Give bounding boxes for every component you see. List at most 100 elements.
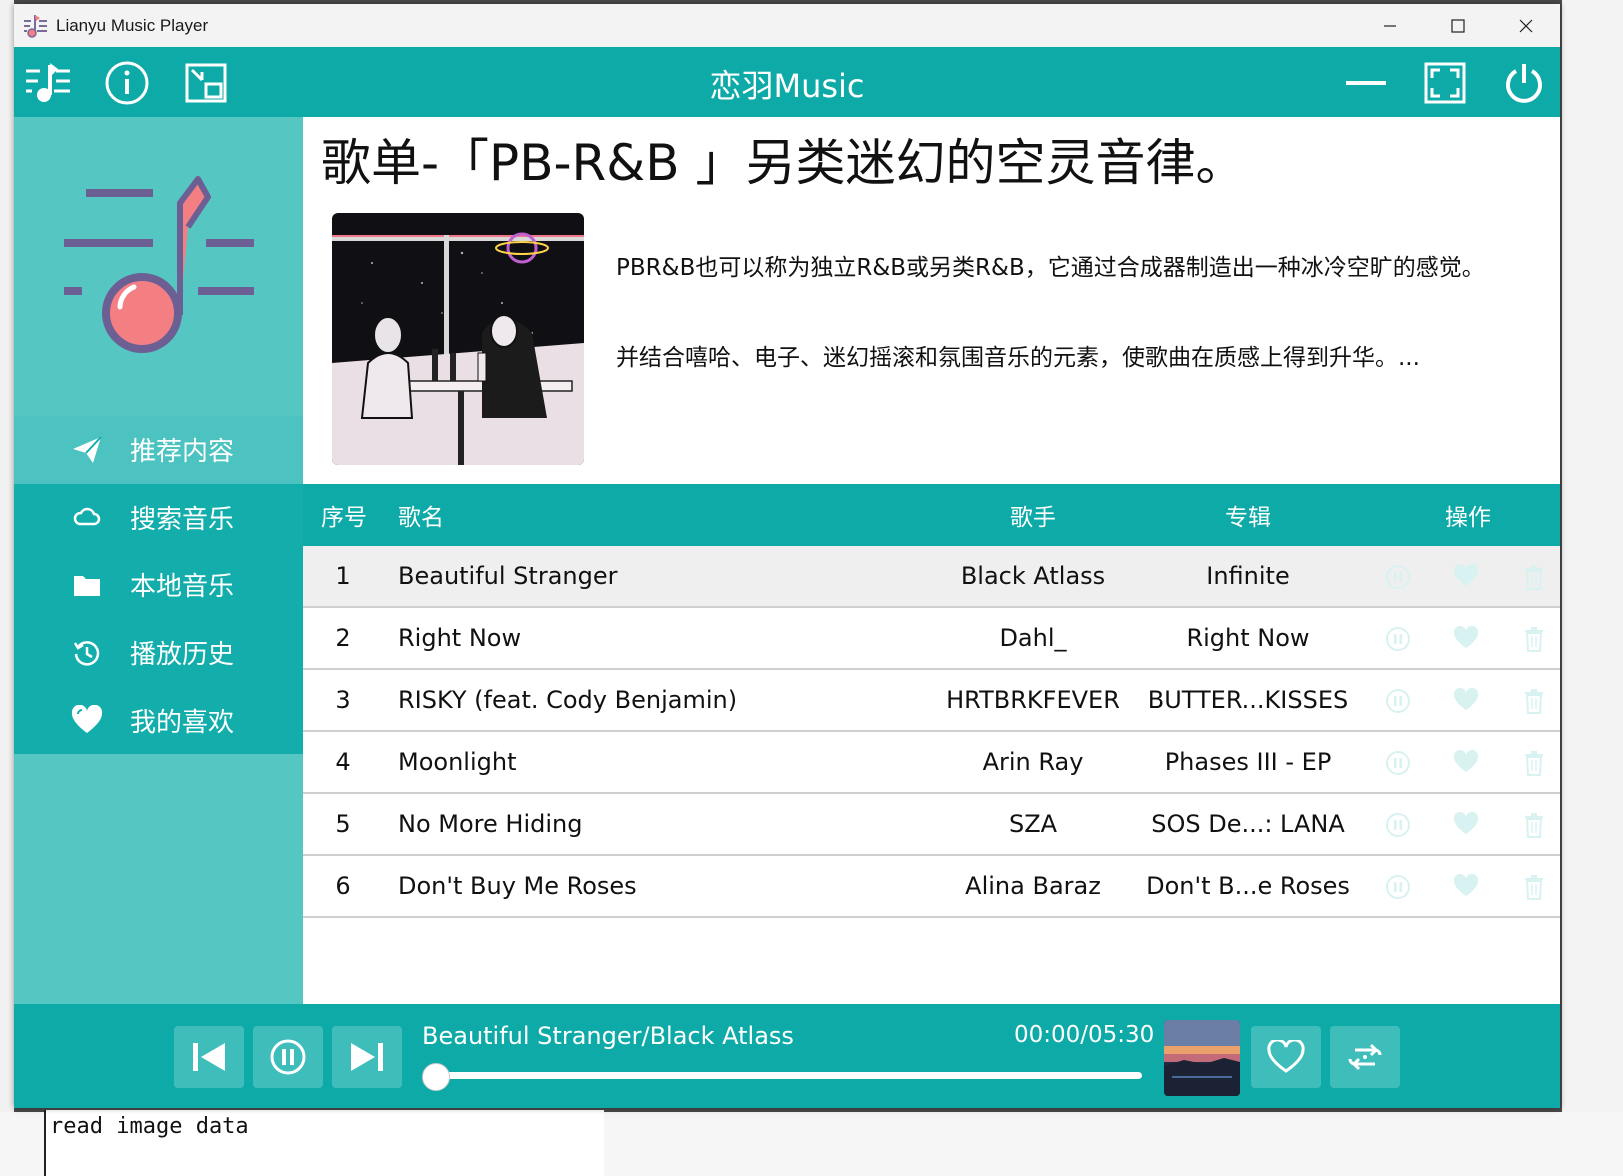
row-artist: SZA — [1008, 810, 1058, 838]
next-track-button[interactable] — [332, 1026, 402, 1088]
row-like-icon[interactable] — [1453, 563, 1479, 590]
folder-icon — [70, 568, 104, 602]
background-terminal-text: read image data — [44, 1110, 604, 1176]
sidebar-item-label: 播放历史 — [130, 640, 235, 671]
column-header-name: 歌名 — [398, 505, 444, 531]
table-row[interactable]: 2 Right Now Dahl_ Right Now — [303, 608, 1560, 670]
row-album: BUTTER...KISSES — [1147, 686, 1349, 714]
app-logo-icon — [24, 14, 47, 38]
row-delete-icon[interactable] — [1523, 750, 1549, 776]
power-button[interactable] — [1500, 59, 1548, 107]
now-playing-cover-image[interactable] — [1164, 1020, 1240, 1096]
sidebar-item-local-music[interactable]: 本地音乐 — [14, 551, 303, 619]
row-like-icon[interactable] — [1453, 749, 1479, 776]
close-icon — [1519, 19, 1533, 32]
row-delete-icon[interactable] — [1523, 874, 1549, 900]
previous-track-button[interactable] — [174, 1026, 244, 1088]
progress-slider-handle[interactable] — [422, 1063, 450, 1091]
row-play-pause-icon[interactable] — [1385, 750, 1411, 776]
row-number: 2 — [335, 624, 351, 652]
player-bar: Beautiful Stranger/Black Atlass 00:00/05… — [14, 1004, 1560, 1108]
row-like-icon[interactable] — [1453, 873, 1479, 900]
row-artist: HRTBRKFEVER — [946, 686, 1120, 714]
row-like-icon[interactable] — [1453, 687, 1479, 714]
sidebar-item-play-history[interactable]: 播放历史 — [14, 619, 303, 687]
row-play-pause-icon[interactable] — [1385, 564, 1411, 590]
row-song-name: No More Hiding — [398, 810, 583, 838]
row-album: SOS De...: LANA — [1151, 810, 1345, 838]
row-number: 3 — [335, 686, 351, 714]
row-song-name: RISKY (feat. Cody Benjamin) — [398, 686, 738, 714]
row-song-name: Beautiful Stranger — [398, 562, 618, 590]
row-album: Right Now — [1186, 624, 1310, 652]
sidebar-item-search-music[interactable]: 搜索音乐 — [14, 484, 303, 552]
music-logo-icon — [64, 176, 254, 353]
row-play-pause-icon[interactable] — [1385, 626, 1411, 652]
window-minimize-button[interactable] — [1356, 4, 1424, 47]
pause-icon — [270, 1039, 306, 1075]
window-titlebar[interactable]: Lianyu Music Player — [14, 4, 1560, 47]
row-song-name: Moonlight — [398, 748, 517, 776]
sidebar-item-label: 我的喜欢 — [130, 707, 235, 738]
row-like-icon[interactable] — [1453, 625, 1479, 652]
table-row[interactable]: 4 Moonlight Arin Ray Phases III - EP — [303, 732, 1560, 794]
row-number: 1 — [335, 562, 351, 590]
row-delete-icon[interactable] — [1523, 688, 1549, 714]
row-play-pause-icon[interactable] — [1385, 812, 1411, 838]
window-close-button[interactable] — [1492, 4, 1560, 47]
row-delete-icon[interactable] — [1523, 626, 1549, 652]
maximize-icon — [1451, 18, 1465, 33]
row-artist: Alina Baraz — [965, 872, 1101, 900]
row-delete-icon[interactable] — [1523, 812, 1549, 838]
sidebar-item-recommended[interactable]: 推荐内容 — [14, 416, 303, 484]
power-icon — [1506, 64, 1542, 103]
repeat-mode-button[interactable] — [1330, 1026, 1400, 1088]
heart-icon — [70, 703, 104, 737]
description-paragraph: 并结合嘻哈、电子、迷幻摇滚和氛围音乐的元素，使歌曲在质感上得到升华。... — [616, 345, 1420, 371]
row-song-name: Right Now — [398, 624, 522, 652]
heart-outline-icon — [1267, 1040, 1305, 1073]
row-play-pause-icon[interactable] — [1385, 874, 1411, 900]
window-title: Lianyu Music Player — [56, 15, 209, 35]
table-row[interactable]: 1 Beautiful Stranger Black Atlass Infinite — [303, 546, 1560, 608]
favorite-button[interactable] — [1251, 1026, 1321, 1088]
fullscreen-button[interactable] — [1421, 59, 1469, 107]
table-row[interactable]: 6 Don't Buy Me Roses Alina Baraz Don't B...… — [303, 856, 1560, 918]
row-delete-icon[interactable] — [1523, 564, 1549, 590]
playback-time: 00:00/05:30 — [1014, 1022, 1155, 1048]
row-number: 6 — [335, 872, 351, 900]
sidebar-nav: 推荐内容 搜索音乐 本地音乐 播放历史 我的喜欢 — [14, 416, 303, 754]
column-header-no: 序号 — [321, 505, 367, 531]
main-content: 歌单-「PB-R&B 」另类迷幻的空灵音律。 PBR&B也可以称为独立R&B或另… — [303, 117, 1560, 1004]
column-header-ops: 操作 — [1445, 505, 1491, 531]
song-table-body: 1 Beautiful Stranger Black Atlass Infinite 2… — [303, 546, 1560, 918]
table-row[interactable]: 5 No More Hiding SZA SOS De...: LANA — [303, 794, 1560, 856]
minus-icon — [1346, 81, 1386, 85]
fullscreen-icon — [1424, 62, 1466, 104]
row-play-pause-icon[interactable] — [1385, 688, 1411, 714]
description-paragraph: PBR&B也可以称为独立R&B或另类R&B，它通过合成器制造出一种冰冷空旷的感觉… — [616, 255, 1485, 281]
sidebar: 推荐内容 搜索音乐 本地音乐 播放历史 我的喜欢 — [14, 117, 303, 1004]
window-maximize-button[interactable] — [1424, 4, 1492, 47]
row-like-icon[interactable] — [1453, 811, 1479, 838]
play-pause-button[interactable] — [253, 1026, 323, 1088]
repeat-icon — [1348, 1043, 1382, 1071]
cloud-icon — [70, 500, 104, 534]
row-album: Phases III - EP — [1164, 748, 1332, 776]
now-playing-label: Beautiful Stranger/Black Atlass — [422, 1022, 794, 1050]
sidebar-item-label: 推荐内容 — [130, 437, 235, 468]
playlist-description: PBR&B也可以称为独立R&B或另类R&B，它通过合成器制造出一种冰冷空旷的感觉… — [616, 245, 1536, 381]
paper-plane-icon — [70, 433, 104, 467]
row-number: 5 — [335, 810, 351, 838]
progress-slider-track[interactable] — [424, 1072, 1142, 1079]
row-artist: Dahl_ — [999, 624, 1067, 652]
song-table-header: 序号 歌名 歌手 专辑 操作 — [303, 484, 1560, 546]
sidebar-item-favorites[interactable]: 我的喜欢 — [14, 686, 303, 754]
playlist-cover-image[interactable] — [332, 213, 584, 465]
table-row[interactable]: 3 RISKY (feat. Cody Benjamin) HRTBRKFEVER B… — [303, 670, 1560, 732]
desktop-background-left — [0, 0, 14, 1176]
app-title: 恋羽Music — [709, 67, 865, 105]
row-song-name: Don't Buy Me Roses — [398, 872, 637, 900]
row-album: Infinite — [1206, 562, 1290, 590]
app-minimize-button[interactable] — [1342, 59, 1390, 107]
